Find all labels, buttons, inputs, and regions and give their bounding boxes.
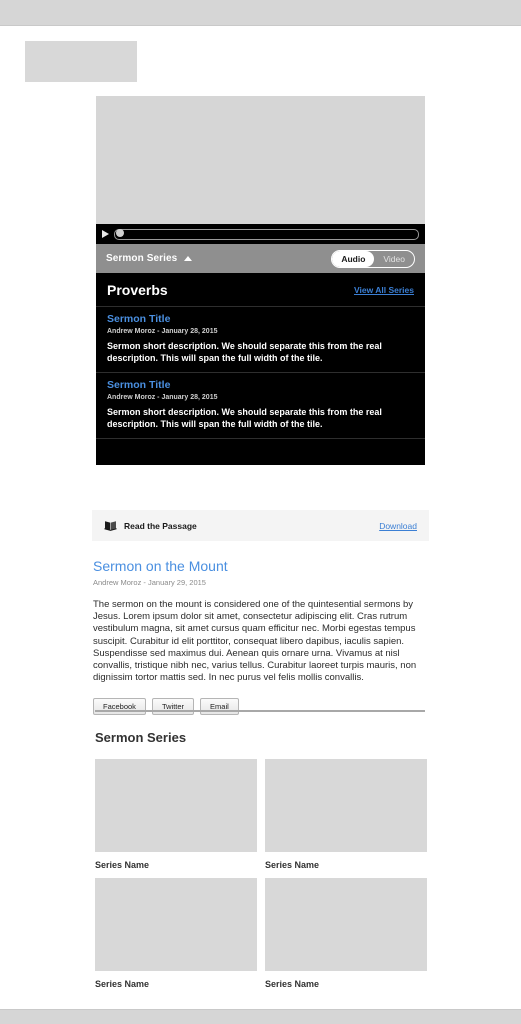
page-root: Sermon Series Audio Video Proverbs View … [0,0,521,1024]
player-controls-bar [96,224,425,244]
series-tile[interactable]: Series Name [95,759,257,870]
play-icon[interactable] [102,230,109,238]
series-selector-toggle[interactable]: Sermon Series [106,253,193,264]
chevron-up-icon[interactable] [184,256,193,261]
series-panel: Proverbs View All Series Sermon Title An… [96,273,425,465]
document-canvas: Sermon Series Audio Video Proverbs View … [0,25,521,1010]
series-thumbnail-placeholder[interactable] [95,878,257,971]
share-facebook-button[interactable]: Facebook [93,698,146,716]
logo-placeholder[interactable] [25,41,137,82]
share-buttons: Facebook Twitter Email [93,698,428,716]
series-tile[interactable]: Series Name [265,878,427,989]
playback-scrubber[interactable] [114,228,419,240]
series-selector-label: Sermon Series [106,253,178,264]
toggle-option-audio[interactable]: Audio [332,250,375,267]
view-all-series-link[interactable]: View All Series [354,285,414,295]
sermon-list-item[interactable]: Sermon Title Andrew Moroz - January 28, … [96,372,425,438]
card-footer-bar: Read the Passage Download [92,510,429,541]
audio-video-toggle[interactable]: Audio Video [331,249,415,268]
series-tile-label: Series Name [265,979,320,989]
section-divider [95,710,425,712]
series-panel-header: Proverbs View All Series [96,273,425,306]
series-thumbnail-placeholder[interactable] [265,759,427,852]
read-passage-label: Read the Passage [124,520,197,531]
browser-chrome-bar [0,0,521,25]
sermon-meta: Andrew Moroz - January 28, 2015 [107,394,218,401]
sermon-meta: Andrew Moroz - January 28, 2015 [107,328,218,335]
article-byline: Andrew Moroz - January 29, 2015 [93,578,206,587]
series-panel-title: Proverbs [107,281,168,298]
article-section: Sermon on the Mount Andrew Moroz - Janua… [93,557,428,716]
series-tile[interactable]: Series Name [95,878,257,989]
series-tile-label: Series Name [265,860,320,870]
sermon-title[interactable]: Sermon Title [107,379,414,392]
video-stage-placeholder[interactable] [96,96,425,224]
share-email-button[interactable]: Email [200,698,239,716]
toggle-option-video[interactable]: Video [374,251,414,267]
scrubber-handle[interactable] [116,229,124,237]
series-selector-bar: Sermon Series Audio Video [96,244,425,273]
series-tile[interactable]: Series Name [265,759,427,870]
series-thumbnail-placeholder[interactable] [95,759,257,852]
series-grid-section: Sermon Series Series Name Series Name Se… [95,730,427,997]
read-passage-action[interactable]: Read the Passage [104,520,197,531]
sermon-title[interactable]: Sermon Title [107,313,414,326]
series-tile-label: Series Name [95,860,150,870]
sermon-list-item[interactable]: Sermon Title Andrew Moroz - January 28, … [96,306,425,372]
sermon-description: Sermon short description. We should sepa… [107,407,382,429]
article-title[interactable]: Sermon on the Mount [93,557,428,575]
article-body: The sermon on the mount is considered on… [93,599,417,684]
series-grid-title: Sermon Series [95,730,187,745]
sermon-description: Sermon short description. We should sepa… [107,341,382,363]
share-twitter-button[interactable]: Twitter [151,698,195,716]
series-panel-filler [96,438,425,465]
series-grid: Series Name Series Name Series Name Seri… [95,759,427,997]
download-link[interactable]: Download [379,521,417,531]
book-icon [104,521,117,531]
series-tile-label: Series Name [95,979,150,989]
series-thumbnail-placeholder[interactable] [265,878,427,971]
